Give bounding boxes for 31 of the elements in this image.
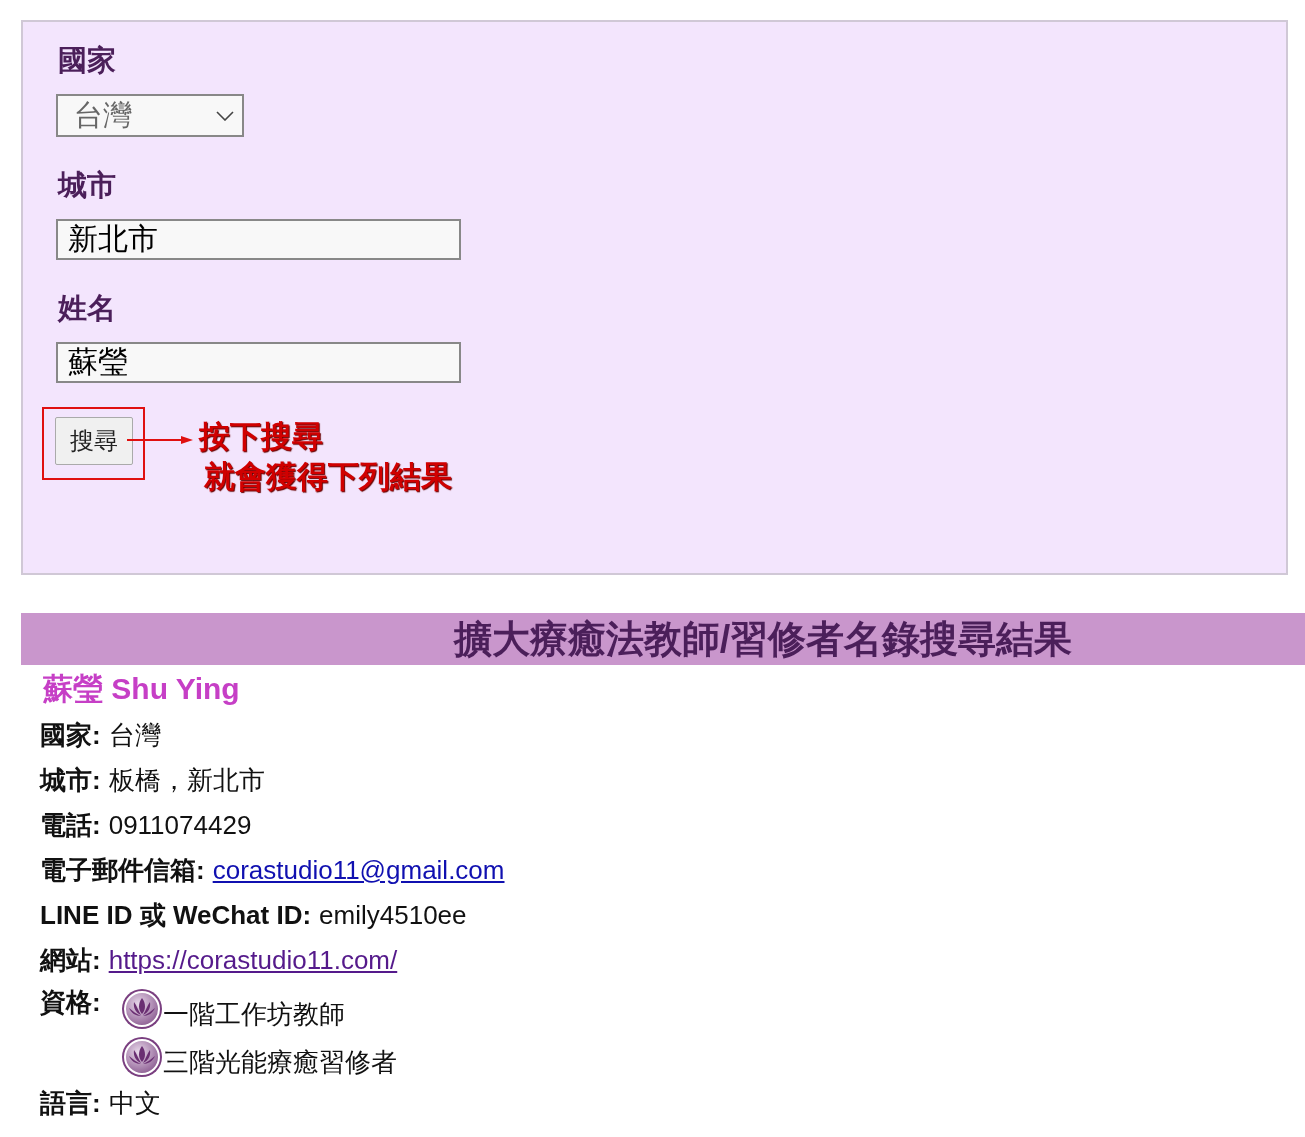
field-value: 0911074429: [108, 810, 252, 841]
field-label: 國家:: [40, 719, 101, 752]
lotus-icon: [120, 1036, 163, 1078]
field-label: 國家: [58, 43, 116, 78]
search-button[interactable]: 搜尋: [55, 417, 133, 465]
field-label: 資格:: [40, 986, 101, 1019]
qualification-text: 一階工作坊教師: [162, 997, 345, 1031]
annotation-text: 按下搜尋: [199, 418, 324, 456]
field-value: 板橋，新北市: [108, 764, 265, 797]
annotation-text: 就會獲得下列結果: [204, 458, 452, 496]
results-title: 擴大療癒法教師/習修者名錄搜尋結果: [453, 616, 1073, 662]
chevron-icon: [216, 110, 234, 121]
field-label: 姓名: [58, 291, 116, 326]
person-name: 蘇瑩 Shu Ying: [43, 671, 240, 707]
field-label: 語言:: [40, 1086, 101, 1120]
link[interactable]: https://corastudio11.com/: [108, 945, 398, 976]
field-value: 台灣: [108, 719, 161, 752]
field-label: 城市: [58, 168, 116, 203]
input-field[interactable]: 新北市: [56, 219, 461, 260]
lotus-icon: [120, 988, 163, 1030]
field-label: 電話:: [40, 809, 101, 842]
field-label: 電子郵件信箱:: [40, 854, 205, 887]
field-label: 網站:: [40, 944, 101, 977]
qualification-text: 三階光能療癒習修者: [162, 1045, 397, 1079]
field-value: 中文: [108, 1086, 161, 1120]
field-label: 城市:: [40, 764, 101, 797]
link[interactable]: corastudio11@gmail.com: [212, 855, 505, 886]
field-label: LINE ID 或 WeChat ID:: [40, 899, 312, 932]
field-value: emily4510ee: [319, 900, 467, 931]
input-field[interactable]: 蘇瑩: [56, 342, 461, 383]
country-select[interactable]: 台灣: [56, 94, 244, 137]
